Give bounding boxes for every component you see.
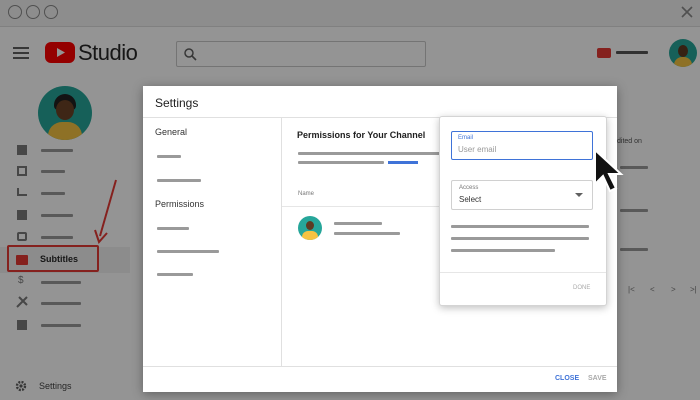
done-button[interactable]: DONE xyxy=(573,285,590,291)
email-placeholder: User email xyxy=(458,145,497,154)
description-text xyxy=(451,225,589,228)
description-text xyxy=(298,152,448,155)
nav-item[interactable] xyxy=(157,227,189,230)
divider xyxy=(281,118,282,366)
divider xyxy=(143,366,617,367)
description-text xyxy=(451,249,555,252)
avatar xyxy=(298,216,322,240)
learn-more-link[interactable] xyxy=(388,161,418,164)
nav-item[interactable] xyxy=(157,250,219,253)
nav-permissions[interactable]: Permissions xyxy=(155,199,204,209)
name-column-header: Name xyxy=(298,191,315,197)
description-text xyxy=(298,161,384,164)
access-select[interactable]: Access Select xyxy=(451,180,593,210)
nav-general[interactable]: General xyxy=(155,127,187,137)
nav-item[interactable] xyxy=(157,155,181,158)
member-name xyxy=(334,222,382,225)
access-label: Access xyxy=(459,185,479,191)
chevron-down-icon xyxy=(575,193,583,197)
mouse-cursor-icon xyxy=(594,148,624,193)
member-role xyxy=(334,232,400,235)
email-label: Email xyxy=(458,135,474,141)
divider xyxy=(440,272,606,273)
nav-item[interactable] xyxy=(157,179,201,182)
invite-popup: Email User email Access Select DONE xyxy=(439,116,607,306)
dialog-title: Settings xyxy=(155,96,199,110)
email-field[interactable]: Email User email xyxy=(451,131,593,160)
permissions-heading: Permissions for Your Channel xyxy=(297,130,426,140)
access-value: Select xyxy=(459,195,482,204)
nav-item[interactable] xyxy=(157,273,193,276)
close-button[interactable]: CLOSE xyxy=(555,375,579,382)
description-text xyxy=(451,237,589,240)
save-button[interactable]: SAVE xyxy=(588,375,607,382)
